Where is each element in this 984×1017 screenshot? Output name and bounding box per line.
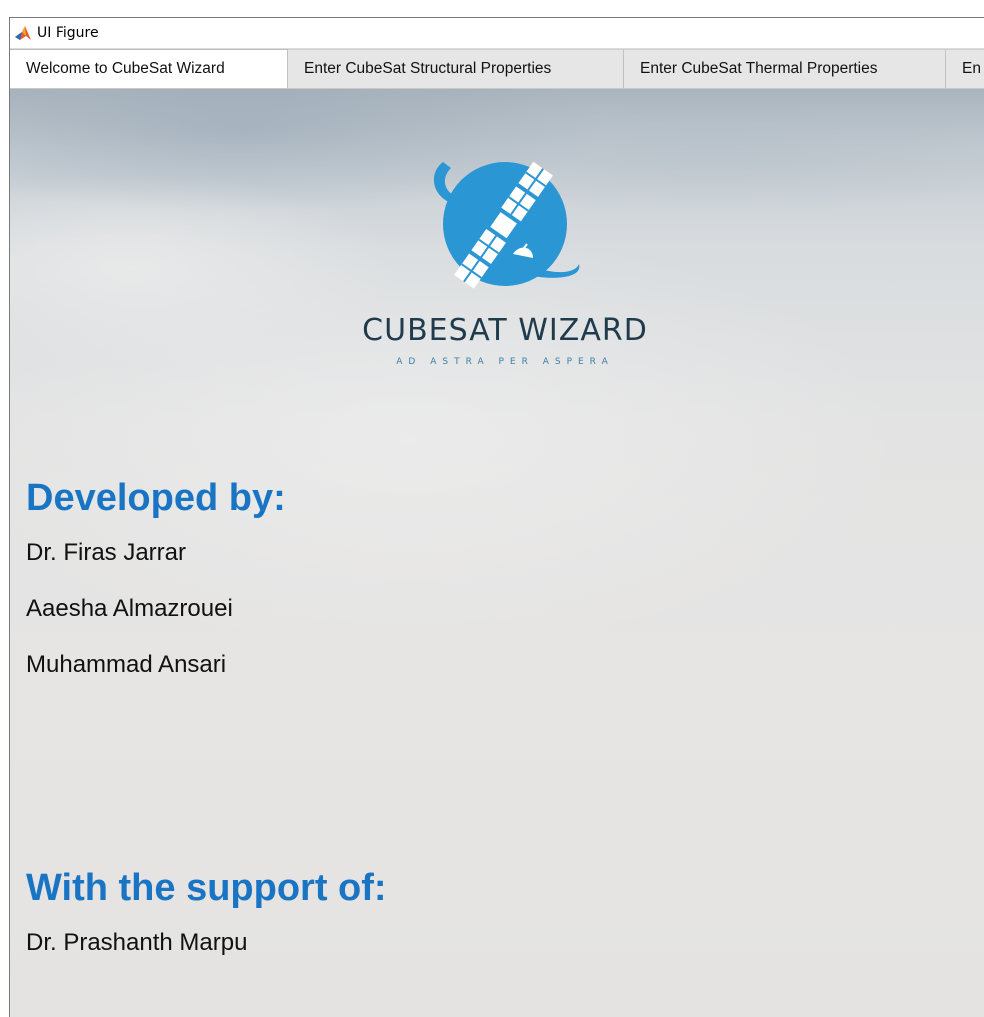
title-bar: UI Figure <box>10 18 984 49</box>
tab-welcome[interactable]: Welcome to CubeSat Wizard <box>10 49 288 88</box>
satellite-globe-icon <box>433 161 580 289</box>
support-heading: With the support of: <box>26 867 387 909</box>
developer-name: Aaesha Almazrouei <box>26 595 233 622</box>
brand-name: CUBESAT WIZARD <box>362 313 648 348</box>
developer-name: Dr. Firas Jarrar <box>26 539 187 566</box>
tab-bar: Welcome to CubeSat Wizard Enter CubeSat … <box>10 49 984 89</box>
welcome-panel: CUBESAT WIZARD AD ASTRA PER ASPERA Devel… <box>10 89 984 1017</box>
developed-by-heading: Developed by: <box>26 477 286 519</box>
window-title: UI Figure <box>37 25 99 41</box>
supporter-name: Dr. Prashanth Marpu <box>26 929 248 956</box>
tab-thermal-properties[interactable]: Enter CubeSat Thermal Properties <box>624 49 946 88</box>
ui-figure-window: UI Figure Welcome to CubeSat Wizard Ente… <box>9 17 984 1017</box>
brand-tagline: AD ASTRA PER ASPERA <box>396 357 614 367</box>
tab-overflow[interactable]: En <box>946 49 984 88</box>
developer-name: Muhammad Ansari <box>26 651 227 678</box>
matlab-icon <box>14 24 32 42</box>
tab-structural-properties[interactable]: Enter CubeSat Structural Properties <box>288 49 624 88</box>
